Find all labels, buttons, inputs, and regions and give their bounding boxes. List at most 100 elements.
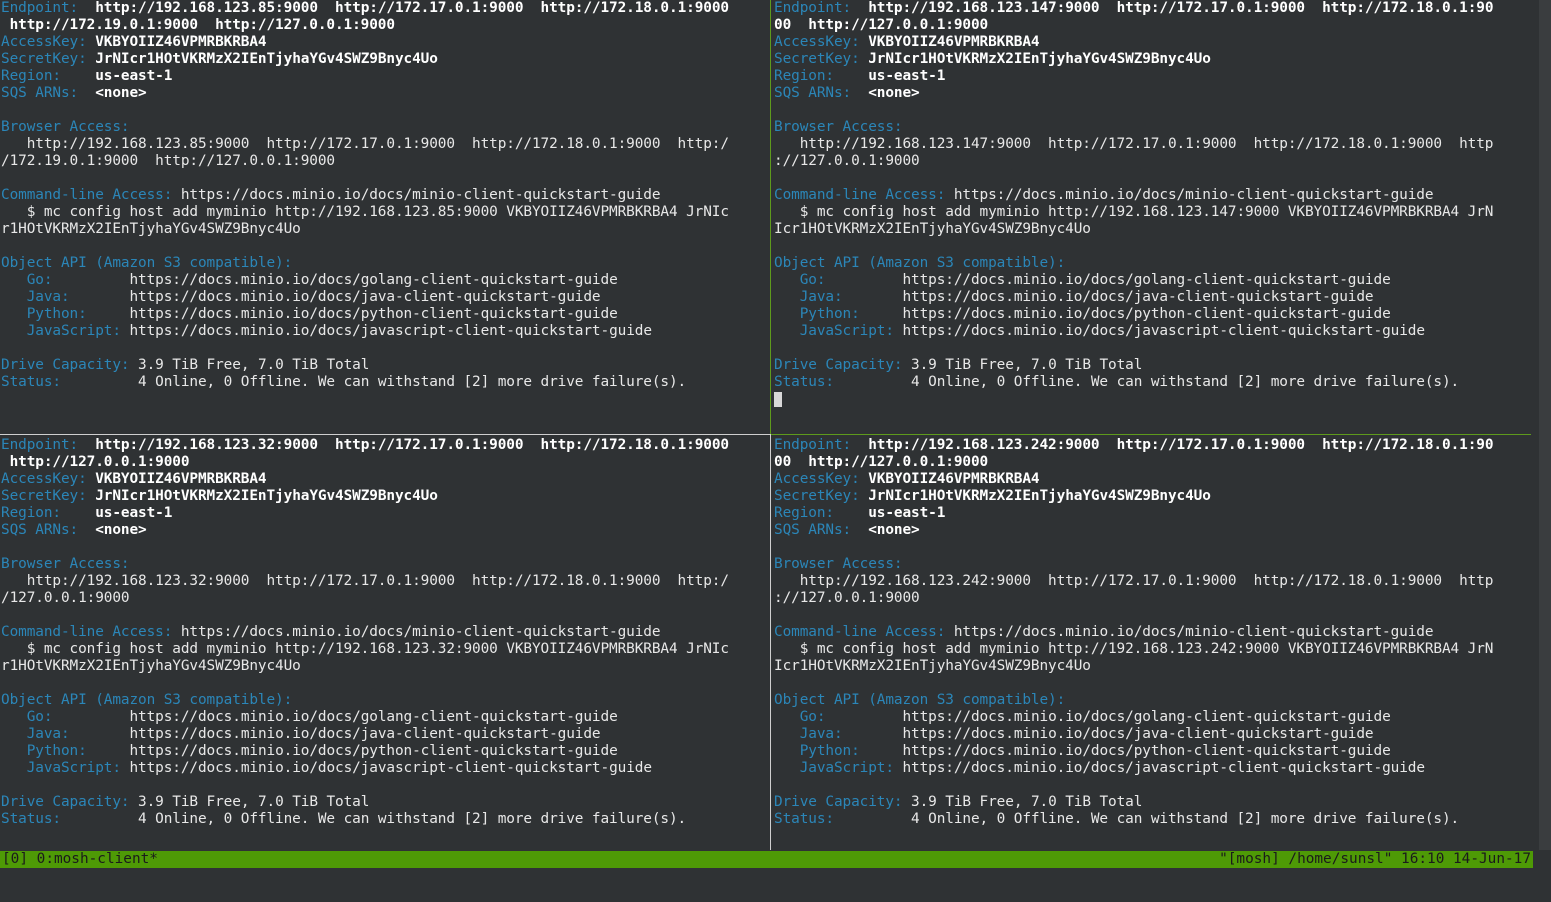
pane-top-right[interactable]: Endpoint: http://192.168.123.147:9000 ht… bbox=[773, 0, 1539, 434]
python-label: Python: bbox=[26, 306, 87, 322]
cmdline-url[interactable]: https://docs.minio.io/docs/minio-client-… bbox=[181, 624, 661, 640]
region-value: us-east-1 bbox=[868, 505, 946, 521]
accesskey-label: AccessKey: bbox=[1, 471, 87, 487]
go-line: Go: https://docs.minio.io/docs/golang-cl… bbox=[774, 272, 1539, 289]
python-url[interactable]: https://docs.minio.io/docs/python-client… bbox=[129, 743, 617, 759]
mc-command[interactable]: $ mc config host add myminio http://192.… bbox=[1, 204, 770, 221]
endpoint-label: Endpoint: bbox=[774, 0, 852, 16]
tmux-status-bar: [0] 0:mosh-client* "[mosh] /home/sunsl" … bbox=[0, 851, 1533, 868]
python-url[interactable]: https://docs.minio.io/docs/python-client… bbox=[129, 306, 617, 322]
drive-line: Drive Capacity: 3.9 TiB Free, 7.0 TiB To… bbox=[774, 357, 1539, 374]
endpoint-urls-wrap[interactable]: http://127.0.0.1:9000 bbox=[1, 454, 770, 471]
mc-command[interactable]: $ mc config host add myminio http://192.… bbox=[1, 641, 770, 658]
pane-divider-horizontal-left[interactable] bbox=[0, 434, 770, 435]
endpoint-line: Endpoint: http://192.168.123.32:9000 htt… bbox=[1, 437, 770, 454]
region-line: Region: us-east-1 bbox=[1, 68, 770, 85]
sqs-value: <none> bbox=[95, 85, 147, 101]
drive-value: 3.9 TiB Free, 7.0 TiB Total bbox=[138, 357, 370, 373]
pane-top-left[interactable]: Endpoint: http://192.168.123.85:9000 htt… bbox=[0, 0, 770, 434]
secretkey-label: SecretKey: bbox=[774, 51, 860, 67]
status-line: Status: 4 Online, 0 Offline. We can with… bbox=[774, 374, 1539, 391]
mc-command-wrap[interactable]: r1HOtVKRMzX2IEnTjyhaYGv4SWZ9Bnyc4Uo bbox=[1, 658, 770, 675]
java-url[interactable]: https://docs.minio.io/docs/java-client-q… bbox=[129, 289, 600, 305]
browser-urls[interactable]: http://192.168.123.85:9000 http://172.17… bbox=[1, 136, 770, 153]
browser-urls[interactable]: http://192.168.123.32:9000 http://172.17… bbox=[1, 573, 770, 590]
endpoint-urls[interactable]: http://192.168.123.242:9000 http://172.1… bbox=[868, 437, 1493, 453]
pane-divider-horizontal-right[interactable] bbox=[771, 434, 1531, 435]
javascript-url[interactable]: https://docs.minio.io/docs/javascript-cl… bbox=[902, 323, 1425, 339]
endpoint-urls-wrap[interactable]: http://172.19.0.1:9000 http://127.0.0.1:… bbox=[1, 17, 770, 34]
browser-urls-wrap[interactable]: /127.0.0.1:9000 bbox=[1, 590, 770, 607]
browser-urls[interactable]: http://192.168.123.242:9000 http://172.1… bbox=[774, 573, 1539, 590]
region-label: Region: bbox=[774, 505, 834, 521]
javascript-label: JavaScript: bbox=[26, 760, 121, 776]
secretkey-line: SecretKey: JrNIcr1HOtVKRMzX2IEnTjyhaYGv4… bbox=[774, 51, 1539, 68]
drive-value: 3.9 TiB Free, 7.0 TiB Total bbox=[911, 357, 1143, 373]
terminal-scrollbar[interactable] bbox=[1539, 0, 1551, 850]
mc-command[interactable]: $ mc config host add myminio http://192.… bbox=[774, 204, 1539, 221]
accesskey-line: AccessKey: VKBYOIIZ46VPMRBKRBA4 bbox=[774, 34, 1539, 51]
mc-command-wrap[interactable]: Icr1HOtVKRMzX2IEnTjyhaYGv4SWZ9Bnyc4Uo bbox=[774, 221, 1539, 238]
status-value: 4 Online, 0 Offline. We can withstand [2… bbox=[911, 811, 1460, 827]
window-list[interactable]: [0] 0:mosh-client* bbox=[2, 851, 158, 868]
drive-value: 3.9 TiB Free, 7.0 TiB Total bbox=[138, 794, 370, 810]
cmdline-label: Command-line Access: bbox=[1, 624, 173, 640]
status-value: 4 Online, 0 Offline. We can withstand [2… bbox=[138, 374, 687, 390]
java-url[interactable]: https://docs.minio.io/docs/java-client-q… bbox=[129, 726, 600, 742]
prompt-line[interactable] bbox=[774, 391, 1539, 408]
drive-line: Drive Capacity: 3.9 TiB Free, 7.0 TiB To… bbox=[774, 794, 1539, 811]
python-url[interactable]: https://docs.minio.io/docs/python-client… bbox=[902, 743, 1390, 759]
javascript-line: JavaScript: https://docs.minio.io/docs/j… bbox=[774, 323, 1539, 340]
go-label: Go: bbox=[799, 709, 826, 725]
go-label: Go: bbox=[26, 272, 53, 288]
javascript-line: JavaScript: https://docs.minio.io/docs/j… bbox=[1, 760, 770, 777]
endpoint-urls-wrap[interactable]: 00 http://127.0.0.1:9000 bbox=[774, 17, 1539, 34]
region-value: us-east-1 bbox=[95, 505, 173, 521]
cmdline-url[interactable]: https://docs.minio.io/docs/minio-client-… bbox=[954, 187, 1434, 203]
java-label: Java: bbox=[26, 726, 70, 742]
endpoint-line: Endpoint: http://192.168.123.85:9000 htt… bbox=[1, 0, 770, 17]
java-url[interactable]: https://docs.minio.io/docs/java-client-q… bbox=[902, 726, 1373, 742]
mc-command[interactable]: $ mc config host add myminio http://192.… bbox=[774, 641, 1539, 658]
python-url[interactable]: https://docs.minio.io/docs/python-client… bbox=[902, 306, 1390, 322]
browser-urls-wrap[interactable]: ://127.0.0.1:9000 bbox=[774, 153, 1539, 170]
mc-command-wrap[interactable]: r1HOtVKRMzX2IEnTjyhaYGv4SWZ9Bnyc4Uo bbox=[1, 221, 770, 238]
cmdline-url[interactable]: https://docs.minio.io/docs/minio-client-… bbox=[181, 187, 661, 203]
objectapi-label: Object API (Amazon S3 compatible): bbox=[774, 255, 1066, 271]
java-url[interactable]: https://docs.minio.io/docs/java-client-q… bbox=[902, 289, 1373, 305]
go-url[interactable]: https://docs.minio.io/docs/golang-client… bbox=[902, 272, 1390, 288]
pane-divider-vertical-bottom[interactable] bbox=[770, 434, 771, 850]
endpoint-urls[interactable]: http://192.168.123.32:9000 http://172.17… bbox=[95, 437, 729, 453]
pane-divider-vertical-top[interactable] bbox=[770, 0, 771, 434]
javascript-url[interactable]: https://docs.minio.io/docs/javascript-cl… bbox=[129, 760, 652, 776]
endpoint-urls-wrap[interactable]: 00 http://127.0.0.1:9000 bbox=[774, 454, 1539, 471]
region-line: Region: us-east-1 bbox=[774, 505, 1539, 522]
mc-command-wrap[interactable]: Icr1HOtVKRMzX2IEnTjyhaYGv4SWZ9Bnyc4Uo bbox=[774, 658, 1539, 675]
go-url[interactable]: https://docs.minio.io/docs/golang-client… bbox=[902, 709, 1390, 725]
endpoint-urls[interactable]: http://192.168.123.85:9000 http://172.17… bbox=[95, 0, 729, 16]
cmdline-line: Command-line Access: https://docs.minio.… bbox=[1, 624, 770, 641]
endpoint-label: Endpoint: bbox=[1, 0, 79, 16]
browser-urls-wrap[interactable]: /172.19.0.1:9000 http://127.0.0.1:9000 bbox=[1, 153, 770, 170]
javascript-url[interactable]: https://docs.minio.io/docs/javascript-cl… bbox=[129, 323, 652, 339]
go-url[interactable]: https://docs.minio.io/docs/golang-client… bbox=[129, 709, 617, 725]
endpoint-urls[interactable]: http://192.168.123.147:9000 http://172.1… bbox=[868, 0, 1493, 16]
cmdline-url[interactable]: https://docs.minio.io/docs/minio-client-… bbox=[954, 624, 1434, 640]
sqs-label: SQS ARNs: bbox=[1, 85, 79, 101]
sqs-label: SQS ARNs: bbox=[1, 522, 79, 538]
drive-line: Drive Capacity: 3.9 TiB Free, 7.0 TiB To… bbox=[1, 794, 770, 811]
browser-urls[interactable]: http://192.168.123.147:9000 http://172.1… bbox=[774, 136, 1539, 153]
python-line: Python: https://docs.minio.io/docs/pytho… bbox=[1, 743, 770, 760]
javascript-label: JavaScript: bbox=[26, 323, 121, 339]
javascript-line: JavaScript: https://docs.minio.io/docs/j… bbox=[1, 323, 770, 340]
java-label: Java: bbox=[799, 726, 843, 742]
region-label: Region: bbox=[1, 68, 61, 84]
accesskey-label: AccessKey: bbox=[774, 34, 860, 50]
go-url[interactable]: https://docs.minio.io/docs/golang-client… bbox=[129, 272, 617, 288]
browser-urls-wrap[interactable]: ://127.0.0.1:9000 bbox=[774, 590, 1539, 607]
secretkey-line: SecretKey: JrNIcr1HOtVKRMzX2IEnTjyhaYGv4… bbox=[1, 51, 770, 68]
status-line: Status: 4 Online, 0 Offline. We can with… bbox=[1, 811, 770, 828]
javascript-url[interactable]: https://docs.minio.io/docs/javascript-cl… bbox=[902, 760, 1425, 776]
pane-bottom-right[interactable]: Endpoint: http://192.168.123.242:9000 ht… bbox=[773, 437, 1539, 850]
pane-bottom-left[interactable]: Endpoint: http://192.168.123.32:9000 htt… bbox=[0, 437, 770, 850]
